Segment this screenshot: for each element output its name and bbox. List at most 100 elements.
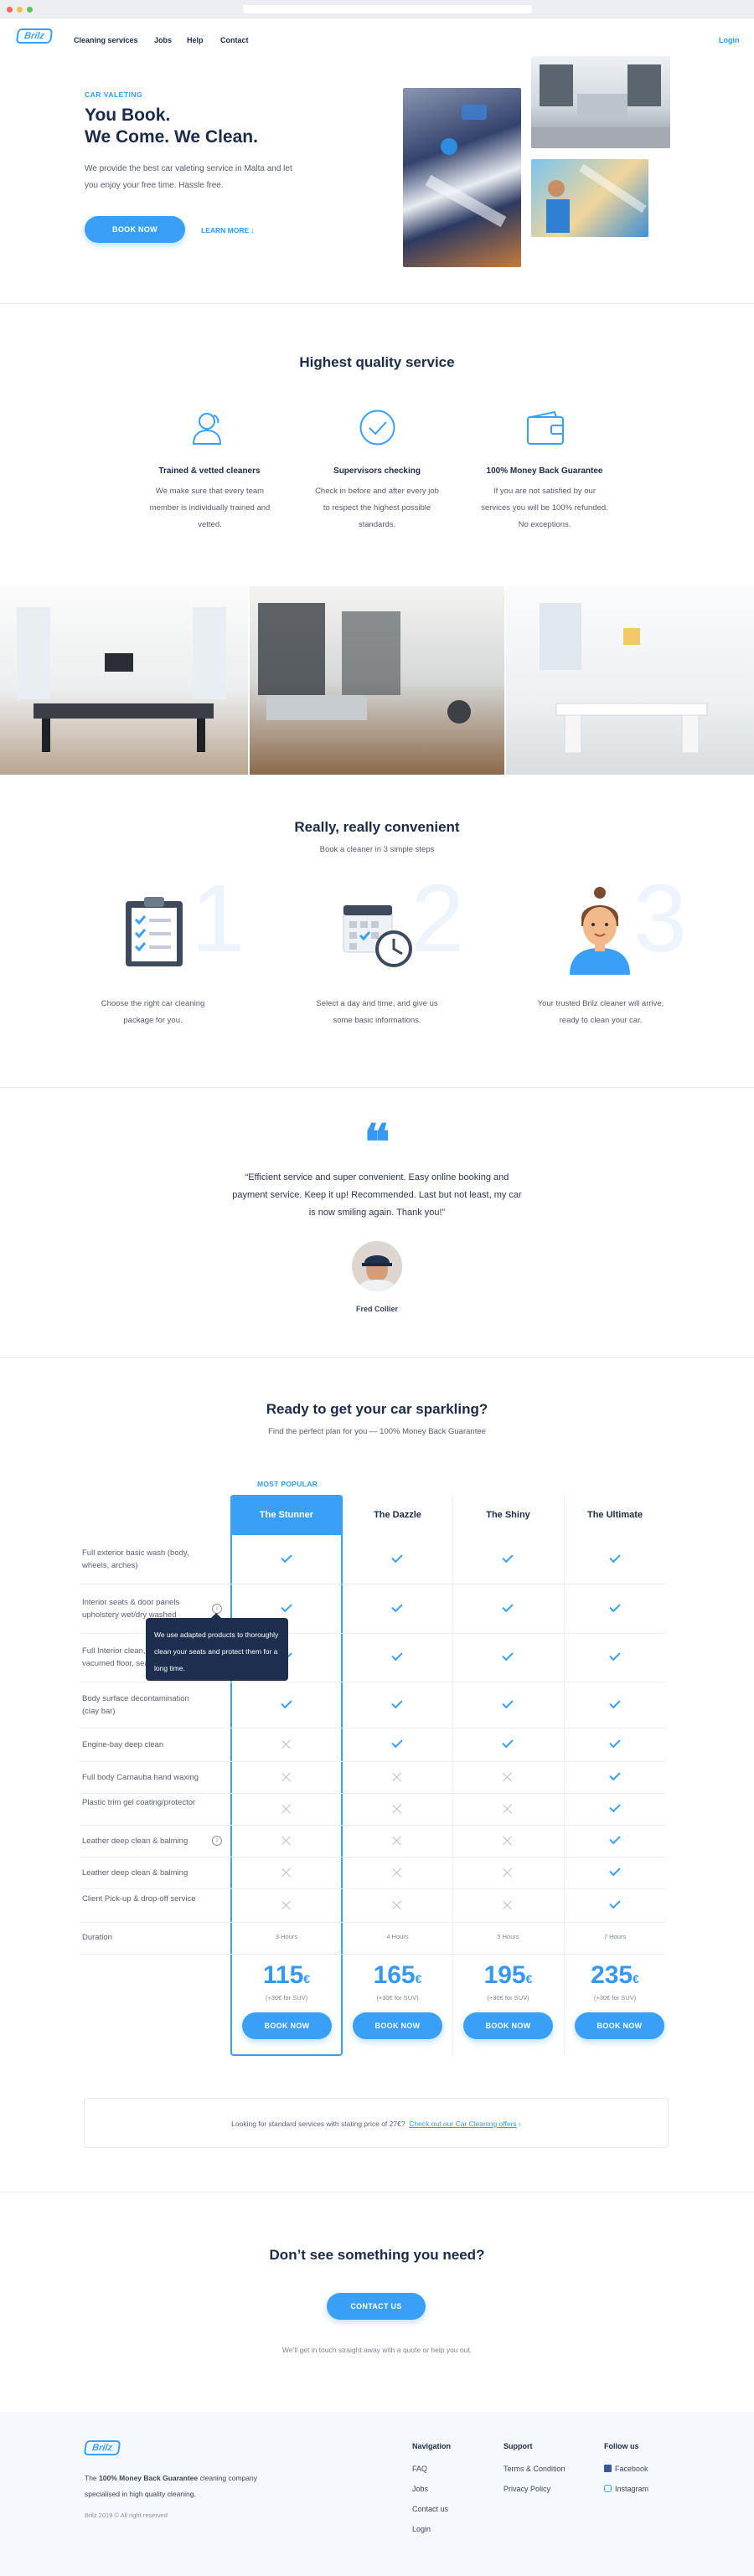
- footer-link-login[interactable]: Login: [412, 2525, 431, 2533]
- nav-item-cleaning-services[interactable]: Cleaning services: [74, 36, 138, 44]
- footer-logo[interactable]: Brilz: [83, 2440, 121, 2455]
- check-icon: [502, 1600, 514, 1612]
- minimize-dot[interactable]: [17, 7, 23, 13]
- cross-icon: [392, 1868, 402, 1878]
- cross-icon: [392, 1900, 402, 1910]
- step-text-2: Select a day and time, and give us some …: [316, 999, 438, 1025]
- chevron-right-icon: ›: [516, 2120, 521, 2128]
- instagram-label: Instagram: [615, 2485, 649, 2493]
- step-number-1: 1: [191, 865, 245, 972]
- nav-item-contact[interactable]: Contact: [220, 36, 249, 44]
- plan-header-stunner[interactable]: The Stunner: [230, 1495, 343, 1535]
- plan-header-shiny[interactable]: The Shiny: [452, 1495, 564, 1535]
- most-popular-label: MOST POPULAR: [257, 1480, 318, 1488]
- step-number-3: 3: [633, 865, 687, 972]
- cleaner-avatar-icon: [566, 886, 633, 975]
- check-icon: [502, 1697, 514, 1708]
- check-icon: [609, 1600, 621, 1612]
- step-text-1: Choose the right car cleaning package fo…: [101, 999, 205, 1025]
- login-link[interactable]: Login: [719, 36, 740, 44]
- check-icon: [609, 1697, 621, 1708]
- footer-link-instagram[interactable]: Instagram: [604, 2485, 648, 2493]
- footer-link-privacy[interactable]: Privacy Policy: [504, 2485, 550, 2493]
- hero-photo-cleaner: [531, 159, 648, 237]
- hero-book-now-button[interactable]: BOOK NOW: [85, 216, 185, 243]
- currency: €: [633, 1972, 639, 1986]
- logo[interactable]: Brilz: [15, 28, 54, 44]
- check-icon: [609, 1736, 621, 1749]
- footer-link-contact-us[interactable]: Contact us: [412, 2505, 448, 2513]
- book-shiny-button[interactable]: BOOK NOW: [463, 2012, 553, 2039]
- check-icon: [609, 1769, 621, 1781]
- offer-link[interactable]: Check out our Car Cleaning offers: [409, 2120, 516, 2128]
- check-icon: [502, 1551, 514, 1564]
- feature-label: Body surface decontamination (clay bar): [82, 1693, 189, 1716]
- close-dot[interactable]: [7, 7, 13, 13]
- testimonial-quote: “Efficient service and super convenient.…: [232, 1172, 522, 1218]
- quality-item-title-1: Trained & vetted cleaners: [158, 466, 261, 476]
- feature-label: Full body Carnauba hand waxing: [82, 1772, 199, 1782]
- feature-label: Leather deep clean & balming: [82, 1868, 188, 1878]
- cross-icon: [503, 1900, 513, 1910]
- feature-row-divider: [80, 1793, 666, 1794]
- duration-ultimate: 7 Hours: [603, 1933, 627, 1940]
- convenient-subtitle: Book a cleaner in 3 simple steps: [319, 845, 435, 854]
- check-icon: [391, 1697, 403, 1708]
- cross-icon: [392, 1804, 402, 1814]
- check-icon: [391, 1649, 403, 1662]
- info-icon[interactable]: i: [212, 1836, 222, 1846]
- footer-col-title-navigation: Navigation: [412, 2442, 452, 2450]
- cross-icon: [281, 1836, 292, 1846]
- footer-link-terms[interactable]: Terms & Condition: [504, 2465, 566, 2473]
- feature-label: Plastic trim gel coating/protector: [82, 1798, 196, 1807]
- price-ultimate: 235€: [564, 1961, 666, 1990]
- footer-col-title-support: Support: [504, 2442, 533, 2450]
- footer-link-jobs[interactable]: Jobs: [412, 2485, 428, 2493]
- maximize-dot[interactable]: [27, 7, 33, 13]
- book-ultimate-button[interactable]: BOOK NOW: [575, 2012, 664, 2039]
- author-avatar: [352, 1241, 402, 1291]
- duration-shiny: 5 Hours: [497, 1933, 519, 1940]
- user-icon: [188, 409, 226, 446]
- footer-link-facebook[interactable]: Facebook: [604, 2465, 648, 2473]
- cross-icon: [392, 1836, 402, 1846]
- plan-header-ultimate[interactable]: The Ultimate: [564, 1495, 666, 1535]
- cross-icon: [281, 1739, 292, 1749]
- duration-label: Duration: [82, 1933, 112, 1942]
- feature-row-divider: [80, 1922, 666, 1923]
- desc-bold: 100% Money Back Guarantee: [99, 2474, 199, 2482]
- suv-note-dazzle: (+30€ for SUV): [376, 1994, 419, 2002]
- facebook-label: Facebook: [615, 2465, 648, 2473]
- feature-row-divider: [80, 1825, 666, 1826]
- hero-description: We provide the best car valeting service…: [85, 164, 292, 190]
- price-stunner: 115€: [230, 1961, 343, 1990]
- contact-us-button[interactable]: CONTACT US: [327, 2293, 426, 2320]
- hero-title-line1: You Book.: [85, 106, 171, 125]
- hero-photo-interior: [531, 56, 670, 148]
- check-icon: [609, 1551, 621, 1564]
- quality-item-text-1: We make sure that every team member is i…: [149, 487, 271, 529]
- step-text-3: Your trusted Brilz cleaner will arrive, …: [537, 999, 664, 1025]
- learn-more-link[interactable]: LEARN MORE ↓: [201, 226, 255, 234]
- nav-item-jobs[interactable]: Jobs: [154, 36, 172, 44]
- info-icon[interactable]: i: [212, 1603, 222, 1614]
- footer-link-faq[interactable]: FAQ: [412, 2465, 427, 2473]
- clipboard-icon: [124, 894, 184, 968]
- footer-col-title-follow: Follow us: [604, 2442, 639, 2450]
- check-icon: [609, 1832, 621, 1845]
- address-bar[interactable]: [243, 5, 532, 13]
- convenient-title: Really, really convenient: [294, 819, 460, 835]
- nav-item-help[interactable]: Help: [187, 36, 204, 44]
- hero-eyebrow: CAR VALETING: [85, 90, 143, 99]
- check-icon: [391, 1736, 403, 1749]
- feature-label: Client Pick-up & drop-off service: [82, 1894, 196, 1904]
- feature-label: Engine-bay deep clean: [82, 1739, 164, 1749]
- plan-header-dazzle[interactable]: The Dazzle: [343, 1495, 452, 1535]
- desc-pre: The: [85, 2474, 100, 2482]
- check-icon: [502, 1649, 514, 1662]
- pricing-subtitle: Find the perfect plan for you — 100% Mon…: [268, 1427, 486, 1436]
- browser-chrome: [0, 0, 754, 18]
- book-stunner-button[interactable]: BOOK NOW: [242, 2012, 332, 2039]
- book-dazzle-button[interactable]: BOOK NOW: [353, 2012, 442, 2039]
- suv-note-shiny: (+30€ for SUV): [487, 1994, 529, 2002]
